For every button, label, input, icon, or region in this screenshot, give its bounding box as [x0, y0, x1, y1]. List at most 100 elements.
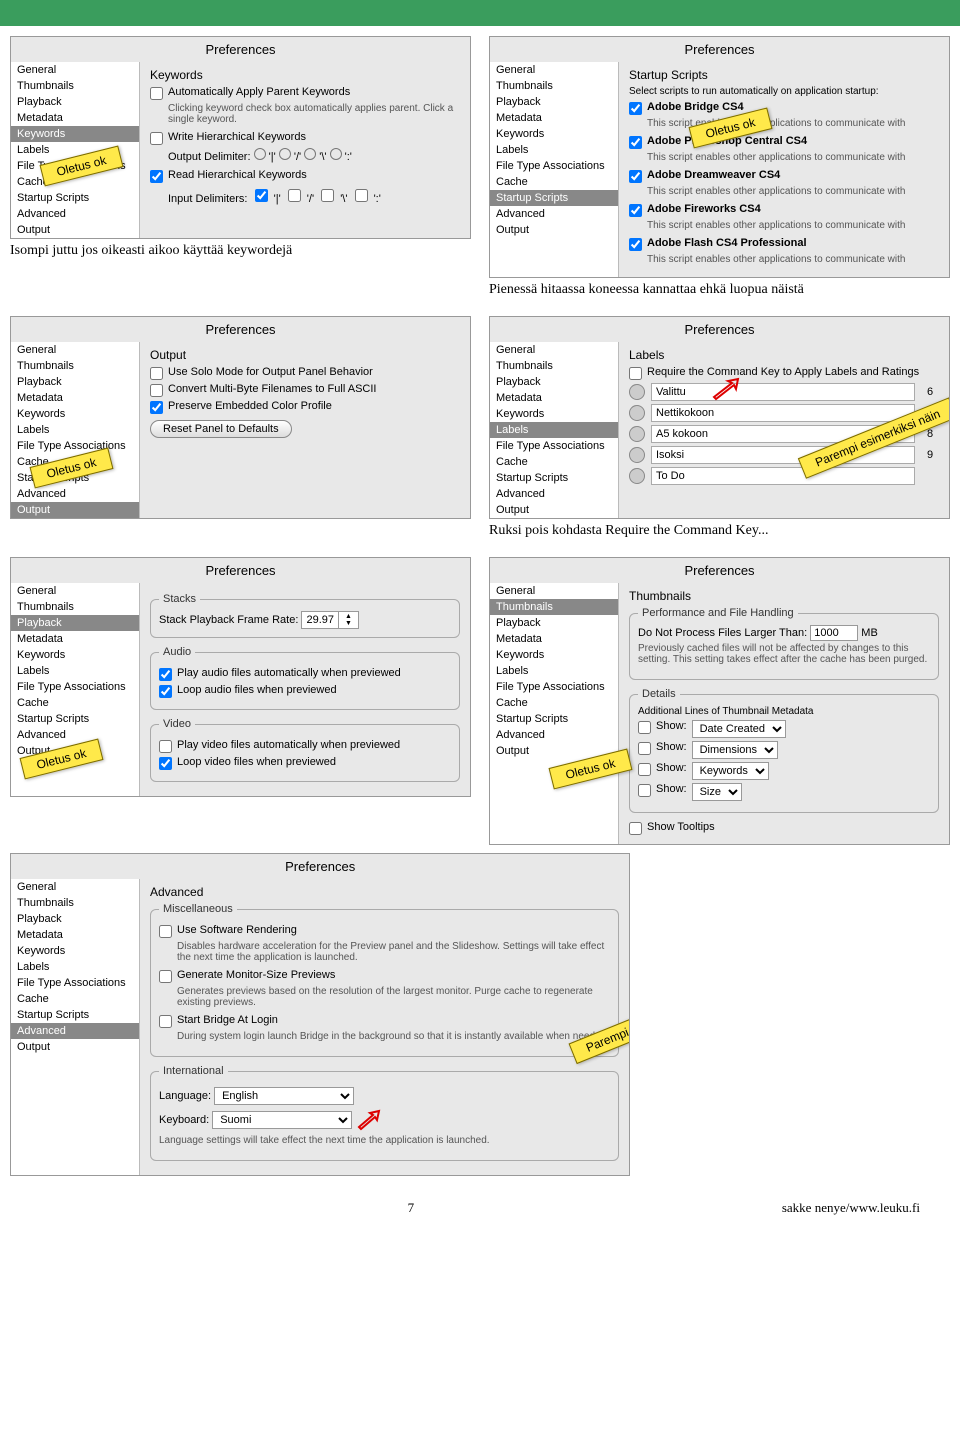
delim-radio[interactable] — [279, 148, 291, 160]
sidebar-item-selected[interactable]: Thumbnails — [490, 599, 618, 615]
sidebar-item[interactable]: File Type Associations — [490, 438, 618, 454]
show-checkbox[interactable] — [638, 763, 651, 776]
sidebar-item[interactable]: Playback — [490, 374, 618, 390]
sidebar-item[interactable]: Output — [11, 222, 139, 238]
sidebar-item[interactable]: Startup Scripts — [11, 190, 139, 206]
sidebar-item[interactable]: Thumbnails — [490, 358, 618, 374]
sidebar-item[interactable]: Advanced — [11, 206, 139, 222]
script-checkbox[interactable] — [629, 136, 642, 149]
sidebar-item[interactable]: General — [490, 583, 618, 599]
sidebar-item[interactable]: Output — [490, 222, 618, 238]
sidebar-item-selected[interactable]: Playback — [11, 615, 139, 631]
meta-select[interactable]: Keywords — [692, 762, 769, 780]
sidebar-item[interactable]: Labels — [490, 663, 618, 679]
sidebar-item[interactable]: Metadata — [11, 110, 139, 126]
sidebar-item[interactable]: Thumbnails — [11, 358, 139, 374]
sidebar-item[interactable]: Advanced — [490, 727, 618, 743]
sidebar-item-selected[interactable]: Labels — [490, 422, 618, 438]
soft-render-checkbox[interactable] — [159, 925, 172, 938]
read-hier-checkbox[interactable] — [150, 170, 163, 183]
sidebar-item[interactable]: File Type Associations — [11, 975, 139, 991]
play-video-checkbox[interactable] — [159, 740, 172, 753]
sidebar-item[interactable]: Keywords — [11, 943, 139, 959]
play-audio-checkbox[interactable] — [159, 668, 172, 681]
sidebar-item[interactable]: Cache — [490, 454, 618, 470]
show-checkbox[interactable] — [638, 721, 651, 734]
show-checkbox[interactable] — [638, 784, 651, 797]
sidebar-item[interactable]: Startup Scripts — [11, 711, 139, 727]
sidebar-item[interactable]: Playback — [490, 94, 618, 110]
sidebar-item[interactable]: Keywords — [11, 406, 139, 422]
delim-radio[interactable] — [330, 148, 342, 160]
sidebar-item[interactable]: Labels — [11, 663, 139, 679]
sidebar-item[interactable]: Advanced — [490, 206, 618, 222]
sidebar-item[interactable]: File Type Associations — [11, 679, 139, 695]
filesize-input[interactable] — [810, 625, 858, 641]
sidebar-item[interactable]: Playback — [11, 374, 139, 390]
sidebar-item[interactable]: Playback — [11, 911, 139, 927]
sidebar-item[interactable]: Labels — [11, 422, 139, 438]
sidebar-item[interactable]: Thumbnails — [11, 895, 139, 911]
delim-checkbox[interactable] — [255, 189, 268, 202]
sidebar-item[interactable]: Keywords — [490, 406, 618, 422]
sidebar-item[interactable]: Startup Scripts — [490, 470, 618, 486]
script-checkbox[interactable] — [629, 170, 642, 183]
label-input[interactable]: Nettikokoon — [651, 404, 915, 422]
sidebar-item[interactable]: Thumbnails — [11, 599, 139, 615]
show-checkbox[interactable] — [638, 742, 651, 755]
start-bridge-checkbox[interactable] — [159, 1015, 172, 1028]
sidebar-item-selected[interactable]: Keywords — [11, 126, 139, 142]
sidebar-item[interactable]: Thumbnails — [11, 78, 139, 94]
sidebar-item[interactable]: Advanced — [490, 486, 618, 502]
sidebar-item[interactable]: General — [11, 342, 139, 358]
solo-checkbox[interactable] — [150, 367, 163, 380]
sidebar-item[interactable]: General — [11, 583, 139, 599]
sidebar-item[interactable]: Metadata — [11, 631, 139, 647]
delim-radio[interactable] — [254, 148, 266, 160]
preserve-checkbox[interactable] — [150, 401, 163, 414]
sidebar-item[interactable]: Output — [11, 1039, 139, 1055]
meta-select[interactable]: Dimensions — [692, 741, 778, 759]
sidebar-item[interactable]: Keywords — [490, 126, 618, 142]
convert-checkbox[interactable] — [150, 384, 163, 397]
sidebar-item[interactable]: Cache — [490, 174, 618, 190]
delim-radio[interactable] — [304, 148, 316, 160]
sidebar-item[interactable]: Startup Scripts — [490, 711, 618, 727]
sidebar-item[interactable]: Labels — [490, 142, 618, 158]
sidebar-item[interactable]: General — [490, 62, 618, 78]
keyboard-select[interactable]: Suomi — [212, 1111, 352, 1129]
sidebar-item[interactable]: Cache — [11, 695, 139, 711]
sidebar-item[interactable]: Keywords — [490, 647, 618, 663]
sidebar-item[interactable]: Metadata — [490, 390, 618, 406]
script-checkbox[interactable] — [629, 204, 642, 217]
sidebar-item[interactable]: Cache — [11, 991, 139, 1007]
frame-rate-stepper[interactable]: 29.97▲▼ — [301, 611, 358, 629]
sidebar-item[interactable]: Thumbnails — [490, 78, 618, 94]
sidebar-item[interactable]: Keywords — [11, 647, 139, 663]
label-input[interactable]: To Do — [651, 467, 915, 485]
sidebar-item[interactable]: Labels — [11, 959, 139, 975]
sidebar-item[interactable]: General — [490, 342, 618, 358]
require-cmdkey-checkbox[interactable] — [629, 367, 642, 380]
sidebar-item[interactable]: Advanced — [11, 727, 139, 743]
auto-apply-checkbox[interactable] — [150, 87, 163, 100]
sidebar-item[interactable]: Metadata — [490, 110, 618, 126]
script-checkbox[interactable] — [629, 102, 642, 115]
sidebar-item[interactable]: File Type Associations — [490, 158, 618, 174]
sidebar-item[interactable]: Output — [490, 502, 618, 518]
sidebar-item[interactable]: Metadata — [11, 390, 139, 406]
loop-audio-checkbox[interactable] — [159, 685, 172, 698]
delim-checkbox[interactable] — [288, 189, 301, 202]
meta-select[interactable]: Size — [692, 783, 742, 801]
loop-video-checkbox[interactable] — [159, 757, 172, 770]
sidebar-item[interactable]: General — [11, 62, 139, 78]
gen-mon-checkbox[interactable] — [159, 970, 172, 983]
language-select[interactable]: English — [214, 1087, 354, 1105]
sidebar-item[interactable]: General — [11, 879, 139, 895]
sidebar-item[interactable]: Metadata — [11, 927, 139, 943]
sidebar-item[interactable]: Advanced — [11, 486, 139, 502]
tooltips-checkbox[interactable] — [629, 822, 642, 835]
sidebar-item-selected[interactable]: Startup Scripts — [490, 190, 618, 206]
label-input[interactable]: Valittu — [651, 383, 915, 401]
script-checkbox[interactable] — [629, 238, 642, 251]
